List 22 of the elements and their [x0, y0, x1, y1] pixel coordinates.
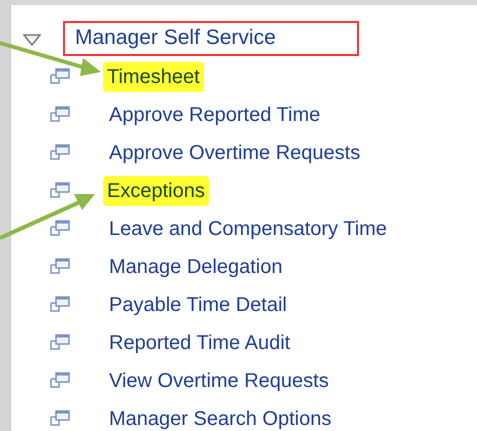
menu-link[interactable]: Approve Reported Time [109, 100, 320, 130]
menu-title[interactable]: Manager Self Service [63, 20, 359, 56]
menu-link[interactable]: Timesheet [103, 62, 204, 92]
menu-link[interactable]: View Overtime Requests [109, 366, 329, 396]
page-icon [49, 296, 71, 314]
page-icon [49, 106, 71, 124]
menu-link[interactable]: Manager Search Options [109, 404, 332, 431]
page-icon [49, 68, 71, 86]
menu-link[interactable]: Reported Time Audit [109, 328, 290, 358]
page-icon [49, 334, 71, 352]
menu-link[interactable]: Manage Delegation [109, 252, 282, 282]
menu-link[interactable]: Approve Overtime Requests [109, 138, 360, 168]
page-icon [49, 258, 71, 276]
menu-link[interactable]: Exceptions [103, 176, 209, 206]
page-icon [49, 220, 71, 238]
page-icon [49, 182, 71, 200]
page-icon [49, 372, 71, 390]
page-icon [49, 410, 71, 428]
page-icon [49, 144, 71, 162]
menu-link[interactable]: Payable Time Detail [109, 290, 287, 320]
menu-link[interactable]: Leave and Compensatory Time [109, 214, 387, 244]
collapse-triangle-icon[interactable] [23, 34, 41, 46]
